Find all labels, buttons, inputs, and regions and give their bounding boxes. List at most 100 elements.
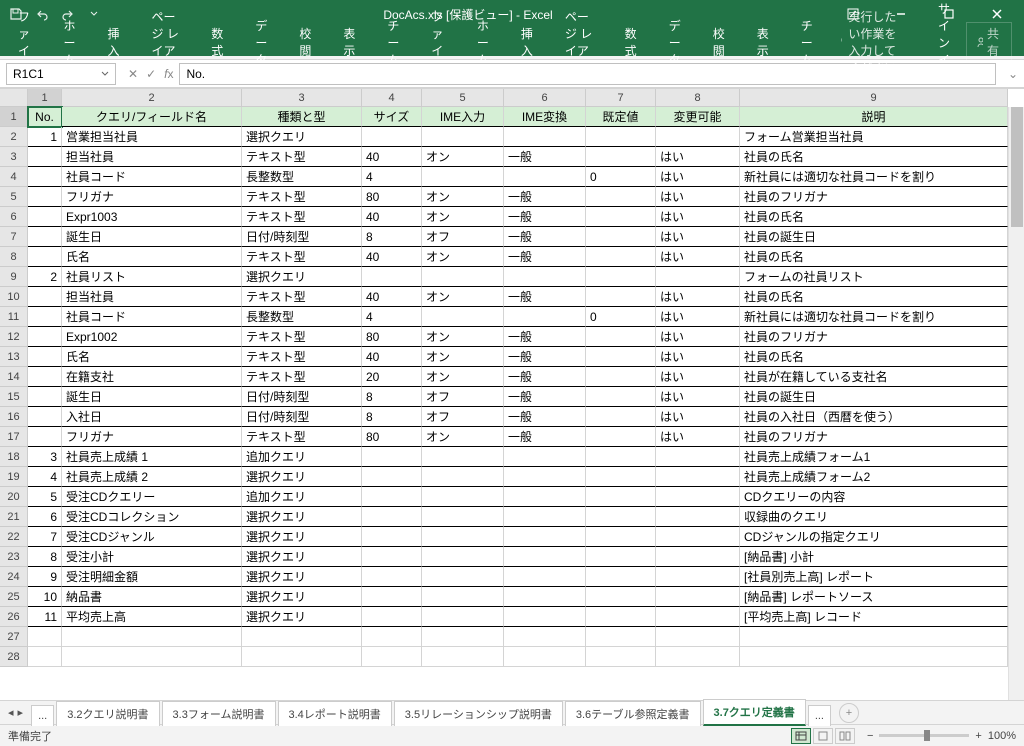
cell[interactable]: 受注CDクエリー [62,487,242,507]
row-header[interactable]: 7 [0,227,28,247]
save-button[interactable] [4,2,28,26]
cell[interactable] [422,547,504,567]
cell[interactable]: 選択クエリ [242,127,362,147]
row-header[interactable]: 16 [0,407,28,427]
column-header[interactable]: 3 [242,89,362,107]
cell[interactable]: [平均売上高] レコード [740,607,1008,627]
cell[interactable]: 一般 [504,427,586,447]
cell[interactable]: はい [656,167,740,187]
cell[interactable] [422,587,504,607]
cell[interactable]: はい [656,307,740,327]
cell[interactable] [28,427,62,447]
column-header[interactable]: 8 [656,89,740,107]
row-header[interactable]: 20 [0,487,28,507]
cell[interactable]: 選択クエリ [242,607,362,627]
cell[interactable] [586,567,656,587]
cell[interactable] [656,567,740,587]
cell[interactable]: IME入力 [422,107,504,127]
cell[interactable] [656,487,740,507]
row-header[interactable]: 24 [0,567,28,587]
row-header[interactable]: 27 [0,627,28,647]
cell[interactable]: 日付/時刻型 [242,407,362,427]
cell[interactable]: CDジャンルの指定クエリ [740,527,1008,547]
cell[interactable]: 納品書 [62,587,242,607]
cell[interactable] [28,147,62,167]
cell[interactable]: オン [422,367,504,387]
ribbon-tab-4[interactable]: 数式 [205,21,229,63]
cell[interactable] [62,647,242,667]
cell[interactable] [504,567,586,587]
cell[interactable]: 入社日 [62,407,242,427]
cell[interactable]: オン [422,427,504,447]
cell[interactable] [586,367,656,387]
cell[interactable] [422,167,504,187]
cell[interactable] [362,647,422,667]
cell[interactable] [28,207,62,227]
cell[interactable]: 社員売上成績 1 [62,447,242,467]
cell[interactable]: 4 [362,167,422,187]
cell[interactable] [504,587,586,607]
cell[interactable]: はい [656,367,740,387]
cell[interactable] [504,487,586,507]
row-header[interactable]: 28 [0,647,28,667]
row-header[interactable]: 4 [0,167,28,187]
cell[interactable]: 一般 [504,287,586,307]
row-header[interactable]: 14 [0,367,28,387]
cell[interactable] [586,427,656,447]
row-header[interactable]: 8 [0,247,28,267]
ribbon-tab-6[interactable]: 校閲 [707,21,731,63]
cell[interactable] [362,547,422,567]
tab-nav-next[interactable]: ▸ [18,706,24,719]
cell[interactable] [586,187,656,207]
sheet-tab[interactable]: 3.7クエリ定義書 [703,699,806,726]
cell[interactable]: オン [422,347,504,367]
cell[interactable] [422,607,504,627]
cell[interactable]: CDクエリーの内容 [740,487,1008,507]
row-header[interactable]: 12 [0,327,28,347]
cell[interactable]: オン [422,247,504,267]
cell[interactable]: 3 [28,447,62,467]
cell[interactable]: 一般 [504,367,586,387]
cell[interactable] [242,627,362,647]
cell[interactable]: オン [422,187,504,207]
sheet-tab-ellipsis[interactable]: ... [808,705,831,726]
cell[interactable] [362,447,422,467]
cell[interactable] [656,127,740,147]
cell[interactable]: 選択クエリ [242,467,362,487]
cell[interactable] [28,387,62,407]
ribbon-tab-7[interactable]: 表示 [751,21,775,63]
cell[interactable]: 社員の氏名 [740,147,1008,167]
cell[interactable]: 担当社員 [62,147,242,167]
cell[interactable]: 選択クエリ [242,267,362,287]
cell[interactable] [28,247,62,267]
cell[interactable]: はい [656,147,740,167]
cell[interactable]: はい [656,387,740,407]
cell[interactable] [656,467,740,487]
cell[interactable] [656,627,740,647]
cell[interactable]: 社員の誕生日 [740,387,1008,407]
scrollbar-thumb[interactable] [1011,107,1023,227]
cell[interactable]: 社員売上成績フォーム1 [740,447,1008,467]
cell[interactable]: 社員のフリガナ [740,327,1008,347]
row-header[interactable]: 18 [0,447,28,467]
cell[interactable]: 選択クエリ [242,547,362,567]
tab-nav-prev[interactable]: ◂ [8,706,14,719]
cell[interactable]: 一般 [504,227,586,247]
cell[interactable] [586,227,656,247]
cell[interactable]: 一般 [504,407,586,427]
cell[interactable]: テキスト型 [242,287,362,307]
cell[interactable]: 社員の誕生日 [740,227,1008,247]
cell[interactable]: 80 [362,327,422,347]
cell[interactable] [586,447,656,467]
cell[interactable]: はい [656,327,740,347]
cell[interactable]: IME変換 [504,107,586,127]
tell-me[interactable]: 実行したい作業を入力してください [839,8,898,76]
cell[interactable] [422,467,504,487]
cell[interactable]: 社員が在籍している支社名 [740,367,1008,387]
name-box[interactable]: R1C1 [6,63,116,85]
cell[interactable]: クエリ/フィールド名 [62,107,242,127]
cell[interactable] [504,167,586,187]
cell[interactable]: 40 [362,287,422,307]
cell[interactable]: フリガナ [62,187,242,207]
row-header[interactable]: 13 [0,347,28,367]
